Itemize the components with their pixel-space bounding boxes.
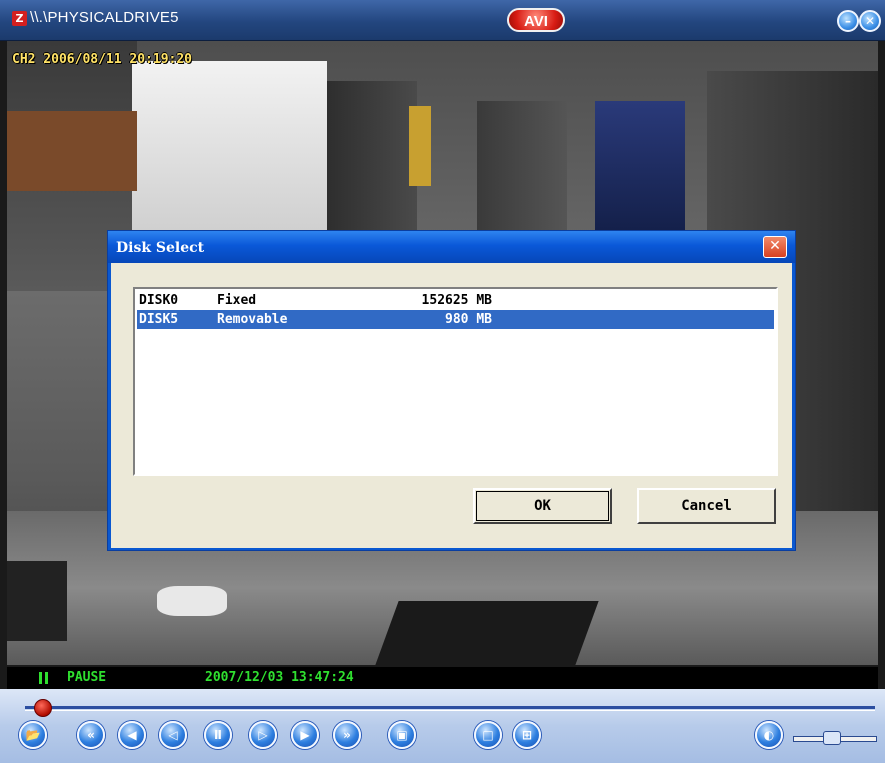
dialog-title-bar: Disk Select ✕: [108, 231, 795, 263]
close-icon: ✕: [769, 238, 781, 254]
disk-list-item-selected[interactable]: DISK5 Removable 980 MB: [137, 310, 774, 329]
video-floor-tile: [375, 601, 599, 665]
minimize-button[interactable]: –: [837, 10, 859, 32]
volume-handle[interactable]: [822, 731, 841, 745]
disk-type: Fixed: [217, 293, 257, 308]
window-title: \\.\PHYSICALDRIVE5: [30, 9, 179, 26]
video-sign: [409, 106, 431, 186]
pause-status-icon: [39, 672, 48, 684]
step-back-icon: ◁: [168, 728, 178, 742]
fast-rewind-button[interactable]: «: [77, 721, 105, 749]
disk-type: Removable: [217, 312, 288, 327]
single-view-button[interactable]: □: [474, 721, 502, 749]
control-bar: 📂 « ◀ ◁ Ⅱ ▷ ▶ » ▣ □ ⊞ ◐: [0, 689, 885, 763]
fast-forward-icon: »: [343, 728, 351, 742]
pause-button[interactable]: Ⅱ: [204, 721, 232, 749]
avi-button[interactable]: AVI: [507, 8, 565, 32]
volume-icon: ◐: [763, 728, 775, 742]
video-poster: [595, 101, 685, 231]
open-file-icon: 📂: [25, 728, 41, 742]
play-icon: ▶: [300, 728, 310, 742]
open-file-button[interactable]: 📂: [19, 721, 47, 749]
snapshot-icon: ▣: [396, 728, 408, 742]
dialog-title: Disk Select: [116, 240, 205, 256]
fast-forward-button[interactable]: »: [333, 721, 361, 749]
title-bar: Z \\.\PHYSICALDRIVE5 AVI – ✕: [0, 0, 885, 41]
volume-button[interactable]: ◐: [755, 721, 783, 749]
seek-handle[interactable]: [33, 699, 52, 717]
cancel-button[interactable]: Cancel: [637, 488, 776, 524]
video-light-spot: [157, 586, 227, 616]
rewind-icon: ◀: [127, 728, 137, 742]
rewind-button[interactable]: ◀: [118, 721, 146, 749]
quad-view-button[interactable]: ⊞: [513, 721, 541, 749]
app-logo-icon: Z: [12, 11, 27, 26]
playback-status-bar: PAUSE 2007/12/03 13:47:24: [7, 667, 878, 689]
disk-list[interactable]: DISK0 Fixed 152625 MB DISK5 Removable 98…: [133, 287, 778, 476]
video-floor-tile-2: [7, 561, 67, 641]
playback-state: PAUSE: [67, 670, 107, 685]
snapshot-button[interactable]: ▣: [388, 721, 416, 749]
disk-size: 152625 MB: [421, 293, 492, 308]
step-forward-icon: ▷: [258, 728, 268, 742]
minimize-icon: –: [845, 14, 851, 28]
disk-name: DISK5: [139, 312, 179, 327]
fast-rewind-icon: «: [87, 728, 95, 742]
step-back-button[interactable]: ◁: [159, 721, 187, 749]
close-icon: ✕: [864, 14, 876, 28]
camera-timestamp-overlay: CH2 2006/08/11 20:19:20: [12, 52, 193, 67]
video-board: [7, 111, 137, 191]
disk-select-dialog: Disk Select ✕ DISK0 Fixed 152625 MB DISK…: [107, 230, 796, 551]
dialog-close-button[interactable]: ✕: [763, 236, 787, 258]
dialog-body: DISK0 Fixed 152625 MB DISK5 Removable 98…: [111, 263, 792, 548]
seek-bar-highlight: [25, 710, 875, 711]
quad-view-icon: ⊞: [521, 728, 533, 742]
pause-icon: Ⅱ: [214, 728, 222, 742]
ok-button[interactable]: OK: [473, 488, 612, 524]
playback-datetime: 2007/12/03 13:47:24: [205, 670, 354, 685]
disk-size: 980 MB: [445, 312, 492, 327]
close-button[interactable]: ✕: [859, 10, 881, 32]
play-button[interactable]: ▶: [291, 721, 319, 749]
disk-name: DISK0: [139, 293, 179, 308]
seek-bar[interactable]: [25, 706, 875, 709]
single-view-icon: □: [482, 728, 494, 742]
disk-list-item[interactable]: DISK0 Fixed 152625 MB: [137, 291, 774, 310]
step-forward-button[interactable]: ▷: [249, 721, 277, 749]
